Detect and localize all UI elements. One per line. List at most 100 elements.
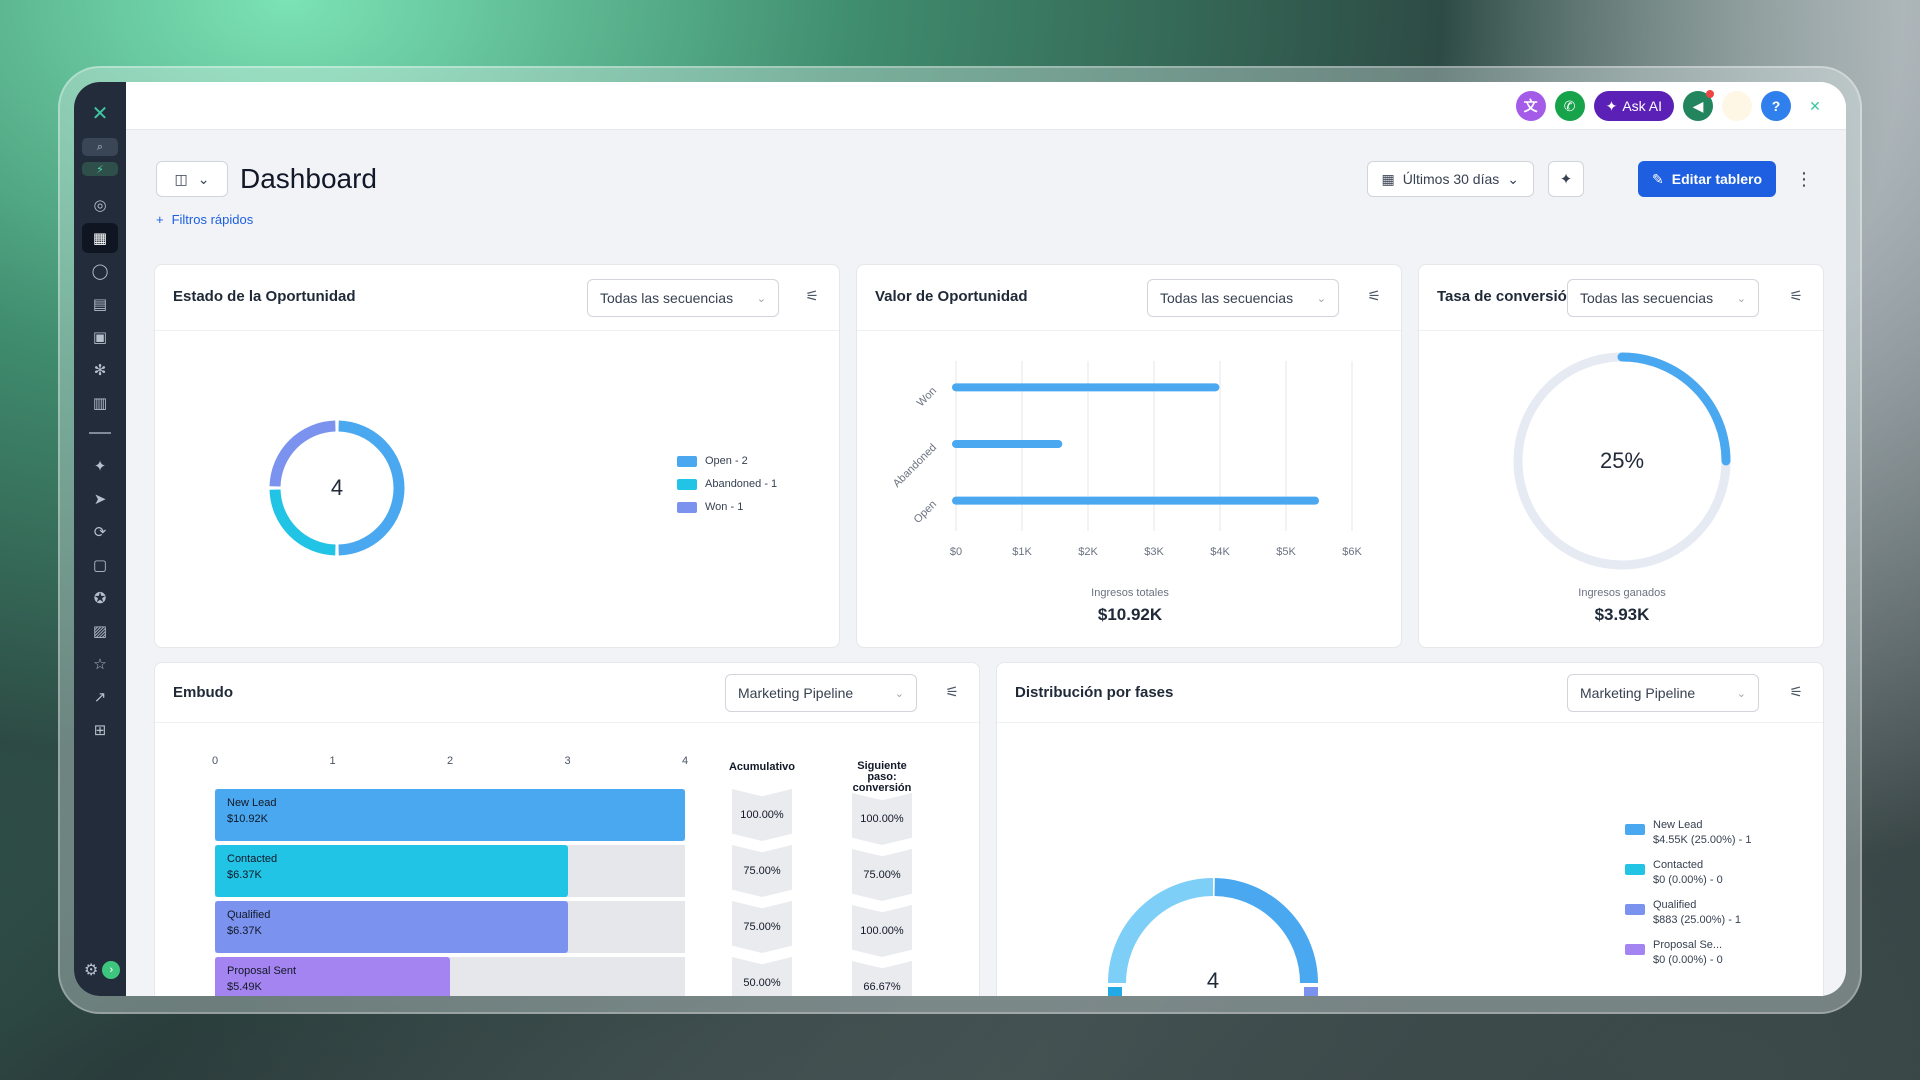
legend-label: Abandoned - 1 <box>705 478 778 490</box>
plus-icon: + <box>156 212 164 227</box>
notification-dot <box>1706 90 1714 98</box>
conversion-rate-value: 25% <box>1600 448 1644 473</box>
legend-item[interactable]: Contacted $0 (0.00%) - 0 <box>1625 858 1751 888</box>
legend-swatch <box>677 478 697 490</box>
next-step-rate: 66.67% <box>852 961 912 996</box>
funnel-bar[interactable]: New Lead $10.92K <box>215 789 685 841</box>
ai-insights-button[interactable]: ✦ <box>1548 161 1584 197</box>
cumulative-rate: 100.00% <box>732 789 792 841</box>
y-tick-label: Open <box>912 498 940 526</box>
legend-item[interactable]: Abandoned - 1 <box>677 478 777 490</box>
card-title: Distribución por fases <box>1015 684 1174 701</box>
conversion-gauge: 25% <box>1513 352 1731 570</box>
funnel-stage-value: $5.49K <box>227 981 262 993</box>
more-options-icon[interactable]: ⋮ <box>1792 161 1816 197</box>
announcements-icon[interactable]: ◀ <box>1683 90 1714 121</box>
filter-settings-icon[interactable]: ⚟ <box>946 683 959 701</box>
y-tick-label: Abandoned <box>891 442 939 490</box>
phone-icon[interactable]: ✆ <box>1554 91 1585 121</box>
brand-icon[interactable]: ✕ <box>1800 91 1830 121</box>
sequence-filter-select[interactable]: Todas las secuencias ⌄ <box>1567 279 1759 317</box>
main-content: 文 ✆ ✦ Ask AI ◀ ? ✕ ◫ ⌄ Dashboard ▦ Últim… <box>126 82 1846 996</box>
media-icon[interactable]: ▨ <box>82 616 118 646</box>
legend-swatch <box>677 455 697 467</box>
opportunities-icon[interactable]: ✻ <box>82 355 118 385</box>
avatar[interactable] <box>1722 91 1752 121</box>
legend-swatch <box>1625 864 1645 875</box>
marketing-icon[interactable]: ➤ <box>82 484 118 514</box>
filter-settings-icon[interactable]: ⚟ <box>1790 287 1803 305</box>
help-button[interactable]: ? <box>1761 91 1791 121</box>
funnel-stage-name: Qualified <box>227 909 271 921</box>
search-icon[interactable]: ⌕ <box>82 138 118 156</box>
quick-action-icon[interactable]: ⚡ <box>82 162 118 176</box>
quick-filters-link[interactable]: + Filtros rápidos <box>156 212 253 227</box>
translate-icon[interactable]: 文 <box>1515 91 1546 121</box>
contacts-icon[interactable]: ▣ <box>82 322 118 352</box>
legend-swatch <box>1625 904 1645 915</box>
next-step-rate: 100.00% <box>852 905 912 957</box>
sequence-filter-select[interactable]: Todas las secuencias ⌄ <box>1147 279 1339 317</box>
won-revenue-label: Ingresos ganados <box>1578 587 1666 599</box>
pipeline-select[interactable]: Marketing Pipeline ⌄ <box>1567 674 1759 712</box>
memberships-icon[interactable]: ✪ <box>82 583 118 613</box>
funnel-bar[interactable]: Contacted $6.37K <box>215 845 568 897</box>
card-tasa-conversion: Tasa de conversió Todas las secuencias ⌄… <box>1418 264 1824 648</box>
settings-icon[interactable]: ⚙ <box>84 960 98 980</box>
funnel-chart: 0 1 2 3 4 Acumulativo Siguiente paso: conversi… <box>155 723 979 996</box>
x-tick-label: $1K <box>1012 546 1032 558</box>
valor-bar-chart: $0 $1K $2K $3K $4K $5K $6K Won Abandoned Open <box>891 361 1362 558</box>
app-marketplace-icon[interactable]: ⊞ <box>82 715 118 745</box>
sites-icon[interactable]: ▢ <box>82 550 118 580</box>
funnel-axis-tick: 2 <box>447 755 454 767</box>
top-bar: 文 ✆ ✦ Ask AI ◀ ? ✕ <box>126 82 1846 130</box>
expand-sidebar-icon[interactable]: › <box>102 961 121 979</box>
donut-slice-new-lead <box>1214 878 1318 984</box>
sidebar: ✕ ⌕ ⚡ ◎ ▦ ◯ ▤ ▣ ✻ ▥ ✦ ➤ ⟳ ▢ ✪ ▨ ☆ ↗ ⊞ ⚙ … <box>74 82 126 996</box>
automation-icon[interactable]: ⟳ <box>82 517 118 547</box>
legend-item[interactable]: Qualified $883 (25.00%) - 1 <box>1625 898 1751 928</box>
legend-item[interactable]: Proposal Se... $0 (0.00%) - 0 <box>1625 938 1751 968</box>
funnel-bar-track: Qualified $6.37K <box>215 901 685 953</box>
cumulative-rate: 75.00% <box>732 901 792 953</box>
chevron-down-icon: ⌄ <box>197 170 210 187</box>
date-range-select[interactable]: ▦ Últimos 30 días ⌄ <box>1366 161 1534 197</box>
filter-settings-icon[interactable]: ⚟ <box>806 287 819 305</box>
filter-settings-icon[interactable]: ⚟ <box>1368 287 1381 305</box>
card-header: Embudo Marketing Pipeline ⌄ ⚟ <box>155 663 979 723</box>
ask-ai-button[interactable]: ✦ Ask AI <box>1593 91 1674 121</box>
funnel-bar[interactable]: Proposal Sent $5.49K <box>215 957 450 996</box>
legend-item[interactable]: New Lead $4.55K (25.00%) - 1 <box>1625 818 1751 848</box>
reporting-icon[interactable]: ↗ <box>82 682 118 712</box>
total-revenue-value: $10.92K <box>1097 605 1163 624</box>
pencil-icon: ✎ <box>1652 170 1664 187</box>
edit-dashboard-button[interactable]: ✎ Editar tablero <box>1638 161 1776 197</box>
app-logo-icon[interactable]: ✕ <box>88 102 112 126</box>
sidebar-item-dashboard[interactable]: ▦ <box>82 223 118 253</box>
card-header: Tasa de conversió Todas las secuencias ⌄… <box>1419 265 1823 331</box>
calendar-icon[interactable]: ▤ <box>82 289 118 319</box>
funnel-bar[interactable]: Qualified $6.37K <box>215 901 568 953</box>
pipeline-select[interactable]: Marketing Pipeline ⌄ <box>725 674 917 712</box>
payments-icon[interactable]: ▥ <box>82 388 118 418</box>
cumulative-rate: 75.00% <box>732 845 792 897</box>
sequence-filter-select[interactable]: Todas las secuencias ⌄ <box>587 279 779 317</box>
conversations-icon[interactable]: ◯ <box>82 256 118 286</box>
legend-swatch <box>1625 944 1645 955</box>
help-label: ? <box>1771 98 1781 114</box>
funnel-stage-name: Contacted <box>227 853 278 865</box>
app-window: ✕ ⌕ ⚡ ◎ ▦ ◯ ▤ ▣ ✻ ▥ ✦ ➤ ⟳ ▢ ✪ ▨ ☆ ↗ ⊞ ⚙ … <box>74 82 1846 996</box>
filter-settings-icon[interactable]: ⚟ <box>1790 683 1803 701</box>
launchpad-icon[interactable]: ◎ <box>82 190 118 220</box>
layout-switcher-button[interactable]: ◫ ⌄ <box>156 161 228 197</box>
sidebar-divider <box>89 432 111 434</box>
card-distribucion-fases: Distribución por fases Marketing Pipelin… <box>996 662 1824 996</box>
page-title: Dashboard <box>240 163 377 194</box>
calendar-icon: ▦ <box>1381 170 1395 187</box>
legend-item[interactable]: Won - 1 <box>677 501 777 513</box>
legend-stage-name: New Lead <box>1653 819 1703 831</box>
reputation-icon[interactable]: ☆ <box>82 649 118 679</box>
ai-agents-icon[interactable]: ✦ <box>82 451 118 481</box>
select-value: Marketing Pipeline <box>738 685 854 701</box>
legend-item[interactable]: Open - 2 <box>677 455 777 467</box>
